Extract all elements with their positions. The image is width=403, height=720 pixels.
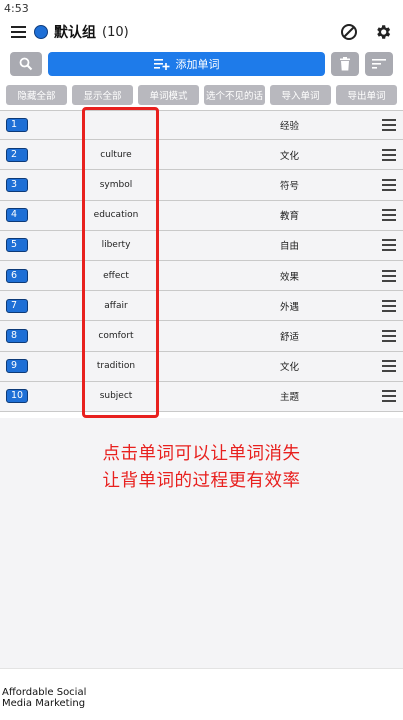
- word-chinese[interactable]: 经验: [280, 118, 299, 132]
- word-chinese[interactable]: 外遇: [280, 299, 299, 313]
- drag-handle-icon[interactable]: [382, 299, 396, 312]
- word-row[interactable]: 6 effect 效果: [0, 260, 403, 292]
- word-list: 1 经验 2 culture 文化 3 symbol 符号 4 educatio…: [0, 110, 403, 412]
- word-number-badge: 9: [6, 359, 28, 374]
- drag-handle-icon[interactable]: [382, 329, 396, 342]
- drag-handle-icon[interactable]: [382, 239, 396, 252]
- add-word-label: 添加单词: [175, 58, 220, 71]
- sort-button[interactable]: [365, 52, 393, 76]
- word-number-badge: 5: [6, 238, 28, 253]
- word-chinese[interactable]: 教育: [280, 208, 299, 222]
- word-number-badge: 8: [6, 328, 28, 343]
- group-title[interactable]: 默认组: [54, 22, 96, 42]
- search-icon: [19, 57, 33, 71]
- word-number-badge: 3: [6, 177, 28, 192]
- sort-icon: [372, 59, 386, 69]
- word-row[interactable]: 10 subject 主题: [0, 381, 403, 412]
- playlist-add-icon: [153, 59, 169, 70]
- block-icon[interactable]: [337, 20, 361, 44]
- delete-button[interactable]: [331, 52, 359, 76]
- word-english[interactable]: subject: [80, 391, 152, 401]
- ad-banner[interactable]: Affordable Social Media Marketing: [0, 668, 403, 720]
- actions-row: 隐藏全部 显示全部 单词模式 选个不见的话 导入单词 导出单词: [0, 82, 403, 108]
- search-button[interactable]: [10, 52, 42, 76]
- group-word-count: (10): [102, 24, 129, 40]
- word-chinese[interactable]: 主题: [280, 389, 299, 403]
- word-english[interactable]: effect: [80, 271, 152, 281]
- trash-icon: [340, 57, 350, 71]
- promo-line-1: 点击单词可以让单词消失: [102, 444, 301, 464]
- word-english[interactable]: tradition: [80, 361, 152, 371]
- word-english[interactable]: symbol: [80, 180, 152, 190]
- word-english[interactable]: affair: [80, 301, 152, 311]
- promo-line-2: 让背单词的过程更有效率: [102, 471, 301, 491]
- word-chinese[interactable]: 效果: [280, 269, 299, 283]
- word-mode-button[interactable]: 单词模式: [138, 85, 199, 105]
- status-time: 4:53: [4, 2, 29, 15]
- drag-handle-icon[interactable]: [382, 360, 396, 373]
- drag-handle-icon[interactable]: [382, 148, 396, 161]
- add-word-button[interactable]: 添加单词: [48, 52, 325, 76]
- word-number-badge: 7: [6, 298, 28, 313]
- word-number-badge: 6: [6, 268, 28, 283]
- status-bar: 4:53: [0, 0, 403, 18]
- word-row[interactable]: 1 经验: [0, 110, 403, 141]
- word-row[interactable]: 2 culture 文化: [0, 140, 403, 171]
- word-row[interactable]: 3 symbol 符号: [0, 170, 403, 201]
- word-number-badge: 10: [6, 389, 28, 404]
- hidden-words-button[interactable]: 选个不见的话: [204, 85, 265, 105]
- word-chinese[interactable]: 舒适: [280, 329, 299, 343]
- word-english[interactable]: liberty: [80, 240, 152, 250]
- ad-text[interactable]: Affordable Social Media Marketing: [2, 687, 92, 720]
- drag-handle-icon[interactable]: [382, 178, 396, 191]
- word-chinese[interactable]: 文化: [280, 148, 299, 162]
- word-row[interactable]: 7 affair 外遇: [0, 291, 403, 322]
- group-color-dot[interactable]: [34, 25, 48, 39]
- word-english[interactable]: culture: [80, 150, 152, 160]
- word-number-badge: 4: [6, 208, 28, 223]
- word-row[interactable]: 9 tradition 文化: [0, 351, 403, 382]
- drag-handle-icon[interactable]: [382, 269, 396, 282]
- word-row[interactable]: 8 comfort 舒适: [0, 321, 403, 352]
- word-row[interactable]: 4 education 教育: [0, 200, 403, 231]
- word-row[interactable]: 5 liberty 自由: [0, 230, 403, 261]
- hide-all-button[interactable]: 隐藏全部: [6, 85, 67, 105]
- word-number-badge: 1: [6, 118, 28, 133]
- drag-handle-icon[interactable]: [382, 390, 396, 403]
- word-chinese[interactable]: 符号: [280, 178, 299, 192]
- word-english[interactable]: comfort: [80, 331, 152, 341]
- word-chinese[interactable]: 自由: [280, 238, 299, 252]
- drag-handle-icon[interactable]: [382, 209, 396, 222]
- import-words-button[interactable]: 导入单词: [270, 85, 331, 105]
- menu-icon[interactable]: [8, 21, 30, 43]
- drag-handle-icon[interactable]: [382, 119, 396, 132]
- word-chinese[interactable]: 文化: [280, 359, 299, 373]
- app-bar: 默认组 (10): [0, 18, 403, 46]
- word-number-badge: 2: [6, 147, 28, 162]
- toolbar: 添加单词: [0, 48, 403, 80]
- settings-gear-icon[interactable]: [371, 20, 395, 44]
- show-all-button[interactable]: 显示全部: [72, 85, 133, 105]
- word-english[interactable]: education: [80, 210, 152, 220]
- export-words-button[interactable]: 导出单词: [336, 85, 397, 105]
